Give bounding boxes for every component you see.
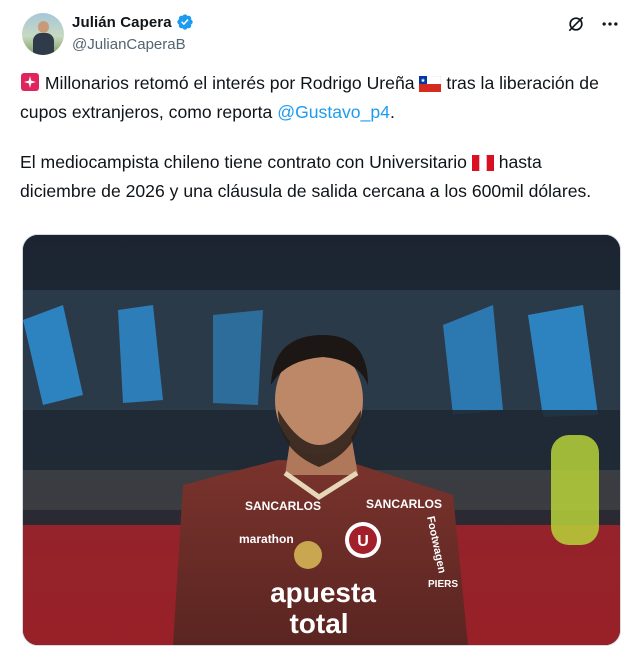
peru-flag-emoji-icon xyxy=(471,153,495,179)
jersey-left-logo-text: SANCARLOS xyxy=(245,499,321,513)
tweet-card: Julián Capera @JulianCaperaB Millonarios… xyxy=(0,0,640,646)
avatar-body xyxy=(33,33,54,55)
tweet-top-actions xyxy=(566,14,620,39)
author-handle[interactable]: @JulianCaperaB xyxy=(72,36,186,53)
jersey-crest-text: U xyxy=(357,533,369,550)
avatar-head xyxy=(38,21,49,33)
chile-flag-emoji-icon xyxy=(419,74,442,100)
mention-link[interactable]: @Gustavo_p4 xyxy=(277,102,390,122)
jersey-sponsor-text: apuesta xyxy=(270,577,376,608)
tweet-text-p2-part1: El mediocampista chileno tiene contrato … xyxy=(20,152,467,172)
rotating-light-emoji-icon xyxy=(20,72,40,100)
jersey-brand-text: marathon xyxy=(239,532,294,546)
author-display-name[interactable]: Julián Capera xyxy=(72,14,172,31)
sleeve-text-2: PIERS xyxy=(428,579,458,590)
tweet-text: Millonarios retomó el interés por Rodrig… xyxy=(20,71,620,204)
tweet-text-p1-end: . xyxy=(389,101,395,122)
verified-badge-icon xyxy=(176,13,194,31)
player-photo: U SANCARLOS SANCARLOS marathon apuesta t… xyxy=(23,235,620,645)
tweet-media-photo[interactable]: U SANCARLOS SANCARLOS marathon apuesta t… xyxy=(22,234,621,646)
tweet-paragraph-1: Millonarios retomó el interés por Rodrig… xyxy=(20,71,620,125)
author-avatar[interactable] xyxy=(22,13,64,55)
author-name-row: Julián Capera xyxy=(72,13,194,31)
tweet-text-p1-part1: Millonarios retomó el interés por Rodrig… xyxy=(44,73,415,93)
grok-icon[interactable] xyxy=(566,14,586,39)
tweet-paragraph-2: El mediocampista chileno tiene contrato … xyxy=(20,150,620,204)
more-options-icon[interactable] xyxy=(600,14,620,39)
jersey-right-logo-text: SANCARLOS xyxy=(366,497,442,511)
jersey-sponsor2-text: total xyxy=(289,608,348,639)
